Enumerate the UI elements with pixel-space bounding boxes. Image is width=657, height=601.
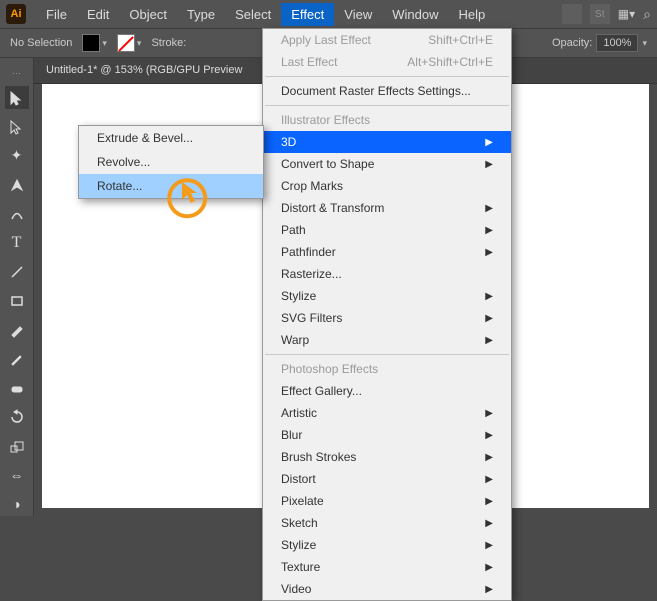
submenu-arrow-icon: ▶ (485, 452, 493, 463)
submenu-arrow-icon: ▶ (485, 496, 493, 507)
width-tool[interactable]: ⇔ (5, 464, 29, 487)
menu-effect[interactable]: Effect (281, 3, 334, 26)
submenu-3d: Extrude & Bevel...Revolve...Rotate... (78, 125, 264, 199)
menu-item-svg-filters[interactable]: SVG Filters▶ (263, 307, 511, 329)
submenu-arrow-icon: ▶ (485, 203, 493, 214)
submenu-arrow-icon: ▶ (485, 247, 493, 258)
menu-view[interactable]: View (334, 3, 382, 26)
curvature-tool[interactable] (5, 202, 29, 225)
submenu-item-rotate[interactable]: Rotate... (79, 174, 263, 198)
menu-type[interactable]: Type (177, 3, 225, 26)
menu-item-sketch[interactable]: Sketch▶ (263, 512, 511, 534)
paintbrush-tool[interactable] (5, 319, 29, 342)
menu-item-artistic[interactable]: Artistic▶ (263, 402, 511, 424)
submenu-arrow-icon: ▶ (485, 430, 493, 441)
line-tool[interactable] (5, 260, 29, 283)
selection-tool[interactable] (5, 86, 29, 109)
menu-item-stylize[interactable]: Stylize▶ (263, 534, 511, 556)
selection-status: No Selection (10, 37, 72, 49)
pen-tool[interactable] (5, 173, 29, 196)
menu-file[interactable]: File (36, 3, 77, 26)
shape-builder-tool[interactable]: ◑ (5, 493, 29, 516)
panel-handle[interactable]: ⋯ (8, 68, 26, 76)
menu-edit[interactable]: Edit (77, 3, 119, 26)
submenu-arrow-icon: ▶ (485, 584, 493, 595)
menu-heading-photoshop: Photoshop Effects (263, 358, 511, 380)
menu-item-brush-strokes[interactable]: Brush Strokes▶ (263, 446, 511, 468)
submenu-arrow-icon: ▶ (485, 159, 493, 170)
scale-tool[interactable] (5, 435, 29, 458)
magic-wand-tool[interactable]: ✦ (5, 144, 29, 167)
menu-item-pixelate[interactable]: Pixelate▶ (263, 490, 511, 512)
menu-item-warp[interactable]: Warp▶ (263, 329, 511, 351)
rotate-tool[interactable] (5, 406, 29, 429)
type-tool[interactable]: T (5, 231, 29, 254)
app-logo: Ai (6, 4, 26, 24)
submenu-item-revolve[interactable]: Revolve... (79, 150, 263, 174)
fill-swatch[interactable] (82, 34, 100, 52)
submenu-arrow-icon: ▶ (485, 562, 493, 573)
arrange-icon[interactable]: ▦▾ (618, 7, 635, 21)
submenu-arrow-icon: ▶ (485, 474, 493, 485)
rectangle-tool[interactable] (5, 289, 29, 312)
menu-window[interactable]: Window (382, 3, 448, 26)
menu-item-effect-gallery[interactable]: Effect Gallery... (263, 380, 511, 402)
menu-item-video[interactable]: Video▶ (263, 578, 511, 600)
menu-heading-illustrator: Illustrator Effects (263, 109, 511, 131)
stock-icon[interactable]: St (590, 4, 610, 24)
direct-selection-tool[interactable] (5, 115, 29, 138)
eraser-tool[interactable] (5, 377, 29, 400)
menu-item-stylize[interactable]: Stylize▶ (263, 285, 511, 307)
submenu-arrow-icon: ▶ (485, 313, 493, 324)
menu-item-path[interactable]: Path▶ (263, 219, 511, 241)
stroke-swatch[interactable] (117, 34, 135, 52)
opacity-value[interactable]: 100% (596, 34, 638, 52)
menu-item-distort[interactable]: Distort▶ (263, 468, 511, 490)
submenu-arrow-icon: ▶ (485, 225, 493, 236)
menu-item-blur[interactable]: Blur▶ (263, 424, 511, 446)
effect-menu: Apply Last EffectShift+Ctrl+E Last Effec… (262, 28, 512, 601)
menu-select[interactable]: Select (225, 3, 281, 26)
menu-item-crop-marks[interactable]: Crop Marks (263, 175, 511, 197)
submenu-arrow-icon: ▶ (485, 540, 493, 551)
submenu-arrow-icon: ▶ (485, 518, 493, 529)
menu-help[interactable]: Help (448, 3, 495, 26)
pencil-tool[interactable] (5, 348, 29, 371)
menu-item-convert-to-shape[interactable]: Convert to Shape▶ (263, 153, 511, 175)
search-icon[interactable]: ⌕ (643, 6, 651, 23)
bridge-icon[interactable] (562, 4, 582, 24)
top-menubar: Ai FileEditObjectTypeSelectEffectViewWin… (0, 0, 657, 28)
menu-last-effect: Last EffectAlt+Shift+Ctrl+E (263, 51, 511, 73)
menu-item-3d[interactable]: 3D▶ (263, 131, 511, 153)
submenu-arrow-icon: ▶ (485, 408, 493, 419)
menu-item-pathfinder[interactable]: Pathfinder▶ (263, 241, 511, 263)
menu-apply-last-effect: Apply Last EffectShift+Ctrl+E (263, 29, 511, 51)
menu-raster-settings[interactable]: Document Raster Effects Settings... (263, 80, 511, 102)
submenu-arrow-icon: ▶ (485, 291, 493, 302)
submenu-arrow-icon: ▶ (485, 137, 493, 148)
tools-panel: ⋯ ✦ T ⇔ ◑ (0, 58, 34, 516)
menu-object[interactable]: Object (119, 3, 177, 26)
submenu-item-extrude-bevel[interactable]: Extrude & Bevel... (79, 126, 263, 150)
menu-item-rasterize[interactable]: Rasterize... (263, 263, 511, 285)
submenu-arrow-icon: ▶ (485, 335, 493, 346)
opacity-label: Opacity: (552, 37, 592, 49)
top-right-icons: St ▦▾ ⌕ (562, 4, 651, 24)
menu-item-distort-transform[interactable]: Distort & Transform▶ (263, 197, 511, 219)
stroke-label: Stroke: (151, 37, 186, 49)
menu-item-texture[interactable]: Texture▶ (263, 556, 511, 578)
